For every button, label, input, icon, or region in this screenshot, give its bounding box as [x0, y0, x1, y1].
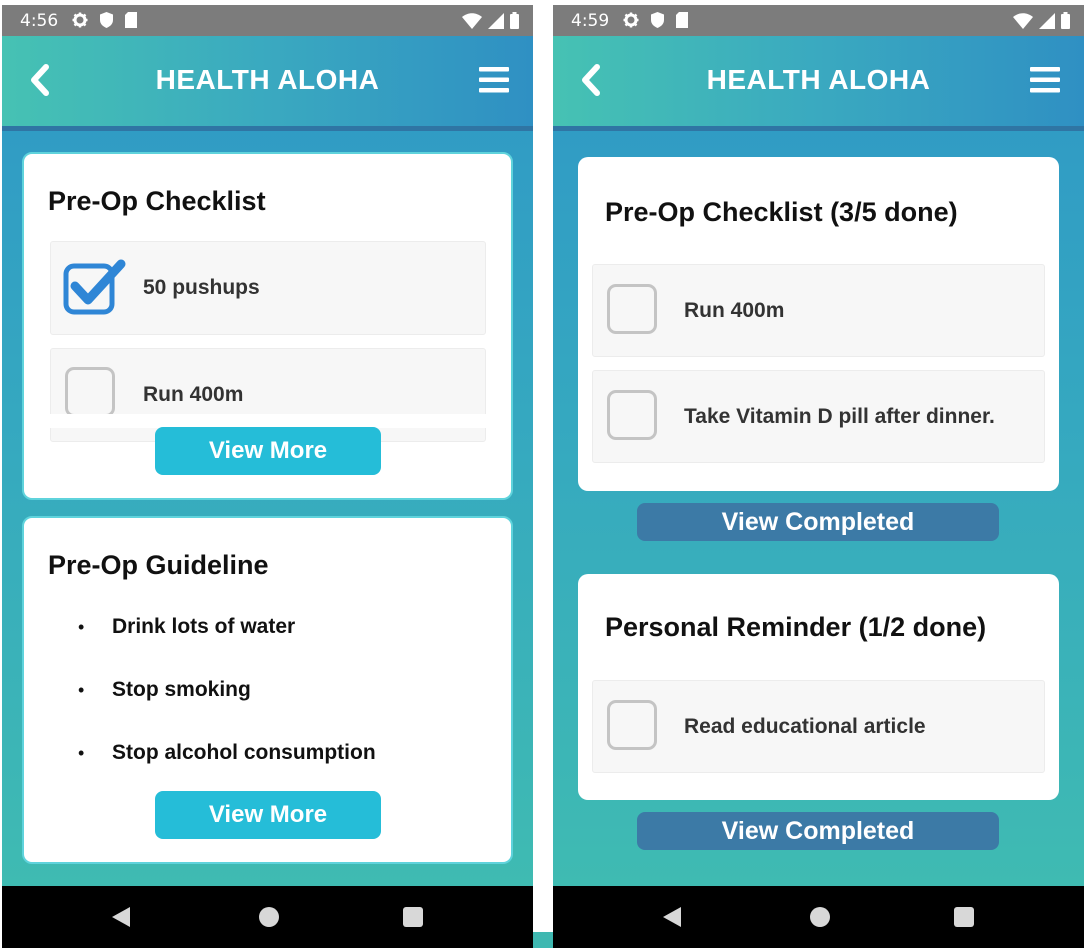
checklist-item[interactable]: Run 400m — [592, 264, 1045, 357]
gear-icon — [623, 12, 639, 28]
bullet-icon: • — [78, 679, 85, 700]
card-title: Personal Reminder (1/2 done) — [605, 612, 987, 642]
left-phone-screen: 4:56 HEALTH ALOHA Pre-Op Checklist 50 pu… — [2, 0, 533, 948]
card-title: Pre-Op Checklist (3/5 done) — [605, 197, 958, 227]
nav-recents-icon[interactable] — [953, 906, 975, 928]
wifi-icon — [462, 12, 482, 29]
checklist-item[interactable]: Take Vitamin D pill after dinner. — [592, 370, 1045, 463]
view-completed-button[interactable]: View Completed — [637, 812, 999, 850]
list-item: • Drink lots of water — [78, 615, 295, 639]
list-clip — [48, 414, 488, 428]
checklist-item-label: Read educational article — [684, 715, 926, 738]
reminder-card: Personal Reminder (1/2 done) Read educat… — [578, 574, 1059, 800]
shield-icon — [100, 12, 113, 28]
checklist-item-label: Run 400m — [684, 299, 785, 322]
signal-icon — [488, 12, 504, 29]
screenshot-divider — [533, 0, 553, 948]
wifi-icon — [1013, 12, 1033, 29]
list-item: • Stop alcohol consumption — [78, 741, 376, 765]
checkbox[interactable] — [607, 390, 657, 440]
hamburger-menu-icon[interactable] — [1030, 66, 1060, 94]
checklist-item[interactable]: Read educational article — [592, 680, 1045, 773]
navigation-bar — [2, 886, 533, 948]
sd-card-icon — [125, 12, 137, 28]
guideline-text: Drink lots of water — [112, 615, 296, 638]
nav-home-icon[interactable] — [809, 906, 831, 928]
checkbox[interactable] — [65, 367, 115, 417]
guideline-card: Pre-Op Guideline • Drink lots of water •… — [22, 516, 513, 864]
checklist-card: Pre-Op Checklist 50 pushups Run 400m Vie… — [22, 152, 513, 500]
battery-icon — [1061, 12, 1070, 29]
nav-recents-icon[interactable] — [402, 906, 424, 928]
list-item: • Stop smoking — [78, 678, 251, 702]
hamburger-menu-icon[interactable] — [479, 66, 509, 94]
checklist-item-label: Run 400m — [143, 383, 244, 406]
bullet-icon: • — [78, 616, 85, 637]
divider-accent — [533, 932, 553, 948]
card-title: Pre-Op Checklist — [48, 186, 266, 216]
view-more-button[interactable]: View More — [155, 791, 381, 839]
checkbox[interactable] — [607, 700, 657, 750]
checkbox[interactable] — [607, 284, 657, 334]
guideline-text: Stop smoking — [112, 678, 251, 701]
checklist-item[interactable]: 50 pushups — [50, 241, 486, 335]
status-time: 4:59 — [571, 11, 610, 31]
bullet-icon: • — [78, 742, 85, 763]
status-bar: 4:59 — [553, 5, 1084, 36]
gear-icon — [72, 12, 88, 28]
signal-icon — [1039, 12, 1055, 29]
navigation-bar — [553, 886, 1084, 948]
sd-card-icon — [676, 12, 688, 28]
card-title: Pre-Op Guideline — [48, 550, 269, 580]
app-title: HEALTH ALOHA — [706, 64, 931, 95]
nav-home-icon[interactable] — [258, 906, 280, 928]
status-bar: 4:56 — [2, 5, 533, 36]
view-more-button[interactable]: View More — [155, 427, 381, 475]
app-bar-divider — [2, 126, 533, 131]
app-bar-divider — [553, 126, 1084, 131]
guideline-text: Stop alcohol consumption — [112, 741, 376, 764]
status-time: 4:56 — [20, 11, 59, 31]
shield-icon — [651, 12, 664, 28]
battery-icon — [510, 12, 519, 29]
nav-back-icon[interactable] — [661, 906, 683, 928]
checklist-item-label: Take Vitamin D pill after dinner. — [684, 405, 995, 428]
view-completed-button[interactable]: View Completed — [637, 503, 999, 541]
checklist-card: Pre-Op Checklist (3/5 done) Run 400m Tak… — [578, 157, 1059, 491]
checklist-item-label: 50 pushups — [143, 276, 260, 299]
nav-back-icon[interactable] — [110, 906, 132, 928]
right-phone-screen: 4:59 HEALTH ALOHA Pre-Op Checklist (3/5 … — [553, 0, 1084, 948]
checkbox-checked-icon[interactable] — [63, 258, 127, 316]
app-title: HEALTH ALOHA — [155, 64, 380, 95]
